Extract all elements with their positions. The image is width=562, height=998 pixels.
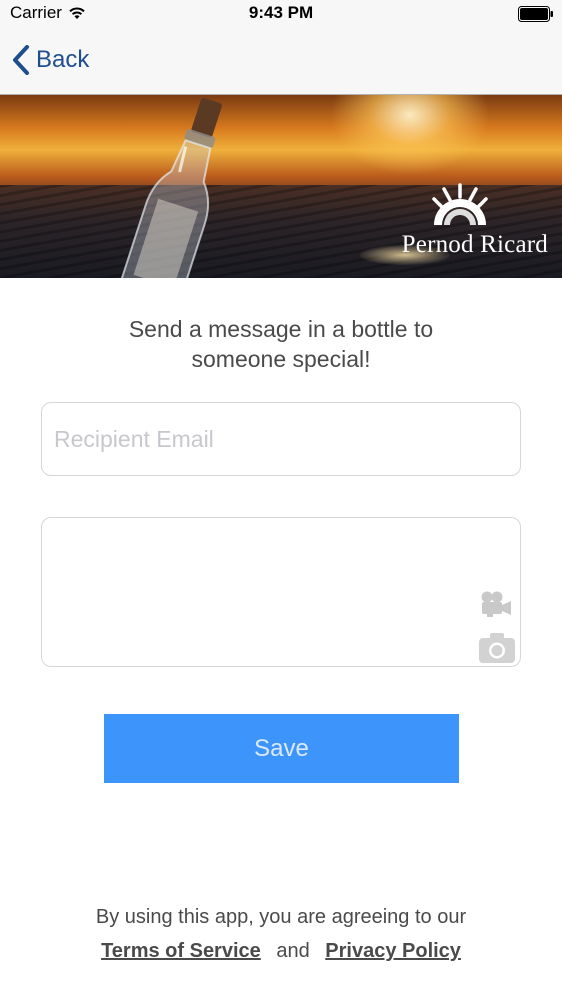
terms-of-service-link[interactable]: Terms of Service (101, 940, 261, 962)
video-camera-icon[interactable] (479, 590, 513, 618)
status-time: 9:43 PM (248, 3, 314, 22)
camera-icon[interactable] (478, 632, 516, 664)
header-banner: Pernod Ricard (0, 95, 562, 278)
sunset-glow (330, 95, 490, 175)
legal-footer: By using this app, you are agreeing to o… (0, 903, 562, 965)
privacy-policy-link[interactable]: Privacy Policy (325, 940, 461, 962)
save-button[interactable]: Save (104, 714, 459, 783)
back-button[interactable]: Back (12, 42, 89, 78)
back-label: Back (36, 46, 90, 73)
status-bar: Carrier 9:43 PM (0, 0, 562, 28)
legal-links: Terms of Service and Privacy Policy (0, 937, 562, 965)
page-headline: Send a message in a bottle to someone sp… (0, 314, 562, 374)
brand-logo: Pernod Ricard (401, 231, 548, 258)
headline-text: Send a message in a bottle to someone sp… (128, 316, 434, 372)
message-box (41, 517, 521, 667)
message-input[interactable] (52, 526, 476, 660)
battery-icon (518, 6, 553, 22)
legal-notice: By using this app, you are agreeing to o… (95, 906, 467, 928)
and-label: and (276, 940, 310, 962)
chevron-left-icon (13, 45, 29, 75)
screen: Carrier 9:43 PM Back Pernod Ricard Send … (0, 0, 562, 998)
sun-logo-icon (432, 183, 488, 225)
message-bottle-image (119, 97, 222, 278)
recipient-email-input[interactable] (41, 402, 521, 476)
navigation-bar: Back (0, 28, 562, 95)
